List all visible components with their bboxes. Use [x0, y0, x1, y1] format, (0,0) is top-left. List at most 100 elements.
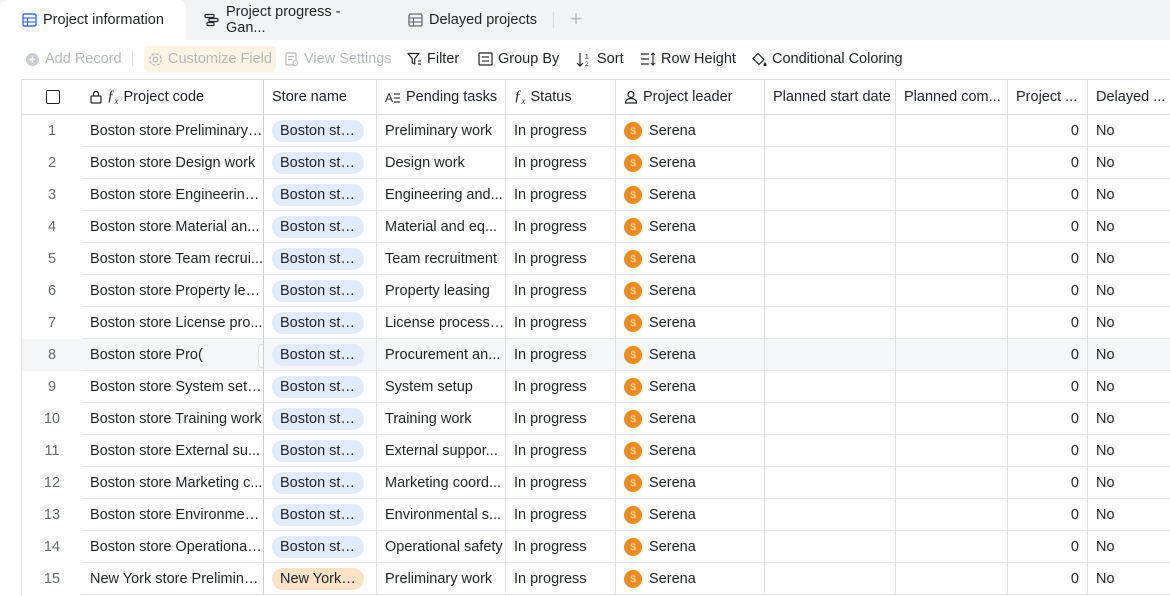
pending-task-cell[interactable]: Engineering and... [377, 179, 506, 211]
project-code-cell[interactable]: Boston store Pro(Open [82, 339, 264, 371]
status-cell[interactable]: In progress [506, 435, 616, 467]
customize-field-button[interactable]: Customize Field [144, 46, 276, 72]
planned-completion-cell[interactable] [896, 115, 1008, 147]
project-leader-cell[interactable]: S Serena [616, 371, 765, 403]
table-row[interactable]: 5 Boston store Team recrui... Boston store… [22, 243, 1170, 275]
planned-completion-cell[interactable] [896, 339, 1008, 371]
project-value-cell[interactable]: 0 [1008, 179, 1088, 211]
project-code-cell[interactable]: Boston store Team recrui... [82, 243, 264, 275]
status-cell[interactable]: In progress [506, 371, 616, 403]
project-value-cell[interactable]: 0 [1008, 371, 1088, 403]
project-value-cell[interactable]: 0 [1008, 435, 1088, 467]
table-row[interactable]: 14 Boston store Operational ... Boston sto… [22, 531, 1170, 563]
status-cell[interactable]: In progress [506, 531, 616, 563]
table-row[interactable]: 6 Boston store Property lea... Boston stor… [22, 275, 1170, 307]
planned-start-date-cell[interactable] [765, 563, 896, 595]
project-value-cell[interactable]: 0 [1008, 243, 1088, 275]
planned-completion-cell[interactable] [896, 563, 1008, 595]
pending-task-cell[interactable]: System setup [377, 371, 506, 403]
status-cell[interactable]: In progress [506, 275, 616, 307]
delayed-cell[interactable]: No [1088, 147, 1170, 179]
project-leader-cell[interactable]: S Serena [616, 115, 765, 147]
project-value-cell[interactable]: 0 [1008, 307, 1088, 339]
pending-task-cell[interactable]: Training work [377, 403, 506, 435]
pending-task-cell[interactable]: Marketing coord... [377, 467, 506, 499]
planned-completion-cell[interactable] [896, 307, 1008, 339]
column-header-planned-completion[interactable]: Planned com... [896, 80, 1008, 115]
table-row[interactable]: 7 Boston store License pro... Boston store… [22, 307, 1170, 339]
pending-task-cell[interactable]: Operational safety [377, 531, 506, 563]
project-value-cell[interactable]: 0 [1008, 499, 1088, 531]
store-name-cell[interactable]: Boston store [264, 179, 377, 211]
planned-completion-cell[interactable] [896, 211, 1008, 243]
planned-completion-cell[interactable] [896, 179, 1008, 211]
store-name-cell[interactable]: Boston store [264, 211, 377, 243]
planned-start-date-cell[interactable] [765, 115, 896, 147]
sort-button[interactable]: 12 Sort [576, 46, 624, 72]
delayed-cell[interactable]: No [1088, 467, 1170, 499]
project-value-cell[interactable]: 0 [1008, 147, 1088, 179]
table-row[interactable]: 10 Boston store Training work Boston store… [22, 403, 1170, 435]
store-name-cell[interactable]: Boston store [264, 115, 377, 147]
planned-start-date-cell[interactable] [765, 243, 896, 275]
table-row[interactable]: 9 Boston store System setup Boston store Sy… [22, 371, 1170, 403]
planned-completion-cell[interactable] [896, 371, 1008, 403]
pending-task-cell[interactable]: Environmental s... [377, 499, 506, 531]
project-leader-cell[interactable]: S Serena [616, 563, 765, 595]
planned-start-date-cell[interactable] [765, 275, 896, 307]
delayed-cell[interactable]: No [1088, 339, 1170, 371]
project-leader-cell[interactable]: S Serena [616, 307, 765, 339]
project-value-cell[interactable]: 0 [1008, 211, 1088, 243]
column-header-project[interactable]: Project ... [1008, 80, 1088, 115]
project-code-cell[interactable]: New York store Prelimina... [82, 563, 264, 595]
filter-button[interactable]: Filter [407, 46, 459, 72]
conditional-coloring-button[interactable]: Conditional Coloring [752, 46, 903, 72]
view-settings-button[interactable]: View Settings [285, 46, 392, 72]
planned-completion-cell[interactable] [896, 531, 1008, 563]
pending-task-cell[interactable]: Preliminary work [377, 563, 506, 595]
store-name-cell[interactable]: Boston store [264, 243, 377, 275]
pending-task-cell[interactable]: Design work [377, 147, 506, 179]
add-view-icon[interactable]: + [566, 8, 586, 30]
status-cell[interactable]: In progress [506, 243, 616, 275]
planned-completion-cell[interactable] [896, 499, 1008, 531]
pending-task-cell[interactable]: External suppor... [377, 435, 506, 467]
status-cell[interactable]: In progress [506, 307, 616, 339]
project-code-cell[interactable]: Boston store Marketing c... [82, 467, 264, 499]
project-code-cell[interactable]: Boston store Preliminary ... [82, 115, 264, 147]
planned-start-date-cell[interactable] [765, 499, 896, 531]
store-name-cell[interactable]: New York ... [264, 563, 377, 595]
table-row[interactable]: 11 Boston store External su... Boston stor… [22, 435, 1170, 467]
project-leader-cell[interactable]: S Serena [616, 179, 765, 211]
store-name-cell[interactable]: Boston store [264, 339, 377, 371]
planned-start-date-cell[interactable] [765, 147, 896, 179]
project-value-cell[interactable]: 0 [1008, 563, 1088, 595]
table-row[interactable]: 13 Boston store Environmen... Boston store… [22, 499, 1170, 531]
pending-task-cell[interactable]: Procurement an... [377, 339, 506, 371]
delayed-cell[interactable]: No [1088, 531, 1170, 563]
project-code-cell[interactable]: Boston store Operational ... [82, 531, 264, 563]
pending-task-cell[interactable]: Preliminary work [377, 115, 506, 147]
table-row[interactable]: 12 Boston store Marketing c... Boston stor… [22, 467, 1170, 499]
delayed-cell[interactable]: No [1088, 115, 1170, 147]
project-value-cell[interactable]: 0 [1008, 339, 1088, 371]
planned-completion-cell[interactable] [896, 275, 1008, 307]
project-value-cell[interactable]: 0 [1008, 403, 1088, 435]
project-leader-cell[interactable]: S Serena [616, 435, 765, 467]
project-code-cell[interactable]: Boston store Property lea... [82, 275, 264, 307]
planned-completion-cell[interactable] [896, 467, 1008, 499]
delayed-cell[interactable]: No [1088, 275, 1170, 307]
column-header-planned-start-date[interactable]: Planned start date [765, 80, 896, 115]
planned-start-date-cell[interactable] [765, 467, 896, 499]
row-height-button[interactable]: Row Height [640, 46, 736, 72]
planned-start-date-cell[interactable] [765, 307, 896, 339]
table-row[interactable]: 1 Boston store Preliminary ... Boston stor… [22, 115, 1170, 147]
project-code-cell[interactable]: Boston store Training work [82, 403, 264, 435]
status-cell[interactable]: In progress [506, 339, 616, 371]
planned-start-date-cell[interactable] [765, 339, 896, 371]
status-cell[interactable]: In progress [506, 499, 616, 531]
project-code-cell[interactable]: Boston store External su... [82, 435, 264, 467]
status-cell[interactable]: In progress [506, 115, 616, 147]
delayed-cell[interactable]: No [1088, 211, 1170, 243]
project-leader-cell[interactable]: S Serena [616, 467, 765, 499]
